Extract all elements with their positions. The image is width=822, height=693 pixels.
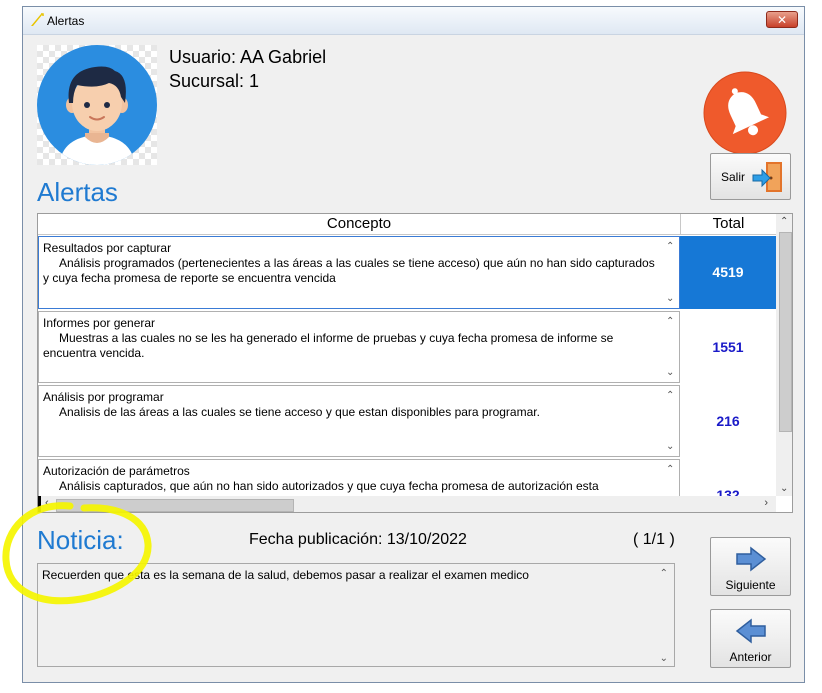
bell-button[interactable]: [703, 71, 787, 155]
alert-row-title: Informes por generar: [43, 316, 156, 330]
scroll-up-icon[interactable]: ⌃: [666, 314, 674, 329]
alert-total-informes[interactable]: 1551: [680, 311, 776, 383]
alert-total-analisis[interactable]: 216: [680, 385, 776, 457]
row-scrollbar[interactable]: ⌃ ⌄: [663, 312, 679, 382]
alertas-heading: Alertas: [37, 177, 118, 207]
title-bar: Alertas ✕: [23, 7, 804, 35]
alert-row-resultados[interactable]: Resultados por capturar Análisis program…: [38, 236, 680, 309]
sucursal-label: Sucursal: 1: [169, 71, 260, 91]
grid-vertical-scrollbar[interactable]: ⌃ ⌄: [776, 214, 792, 496]
window-title: Alertas: [47, 14, 85, 28]
arrow-right-icon: [736, 546, 767, 572]
scroll-right-icon[interactable]: ›: [764, 497, 768, 509]
alert-row-title: Autorización de parámetros: [43, 464, 190, 478]
user-avatar-icon: [37, 45, 157, 165]
scroll-down-icon[interactable]: ⌄: [666, 365, 674, 380]
scroll-up-icon[interactable]: ⌃: [666, 388, 674, 403]
scroll-up-icon[interactable]: ⌃: [666, 462, 674, 477]
salir-button[interactable]: Salir: [710, 153, 791, 200]
scroll-up-icon[interactable]: ⌃: [780, 216, 788, 227]
scroll-up-icon[interactable]: ⌃: [660, 568, 668, 579]
siguiente-button[interactable]: Siguiente: [710, 537, 791, 596]
column-header-concepto[interactable]: Concepto: [38, 214, 681, 235]
news-pagination: ( 1/1 ): [633, 531, 675, 548]
avatar: [37, 45, 157, 165]
scroll-down-icon[interactable]: ⌄: [780, 483, 788, 494]
column-header-total[interactable]: Total: [681, 214, 776, 235]
alert-row-description: Analisis de las áreas a las cuales se ti…: [59, 405, 540, 419]
row-scrollbar[interactable]: ⌃ ⌄: [663, 386, 679, 456]
anterior-button[interactable]: Anterior: [710, 609, 791, 668]
highlight-circle-annotation: [2, 502, 152, 605]
alert-row-informes[interactable]: Informes por generar Muestras a las cual…: [38, 311, 680, 383]
usuario-label: Usuario: AA Gabriel: [169, 47, 327, 67]
scroll-down-icon[interactable]: ⌄: [660, 653, 668, 664]
app-logo-icon: [31, 13, 44, 26]
row-scrollbar[interactable]: ⌃ ⌄: [663, 237, 679, 308]
salir-label: Salir: [721, 170, 746, 184]
bell-icon: [703, 71, 787, 155]
alert-row-description: Análisis capturados, que aún no han sido…: [59, 479, 599, 493]
door-exit-icon: [752, 162, 782, 192]
alert-row-title: Resultados por capturar: [43, 241, 172, 255]
alertas-grid: Concepto Total Resultados por capturar A…: [37, 213, 793, 513]
alert-row-title: Análisis por programar: [43, 390, 164, 404]
scroll-up-icon[interactable]: ⌃: [666, 239, 674, 254]
alert-row-description: Muestras a las cuales no se les ha gener…: [43, 331, 614, 360]
arrow-left-icon: [735, 618, 766, 644]
scroll-thumb[interactable]: [779, 232, 792, 432]
close-button[interactable]: ✕: [766, 11, 798, 28]
anterior-label: Anterior: [729, 650, 772, 664]
scroll-down-icon[interactable]: ⌄: [666, 439, 674, 454]
fecha-publicacion: Fecha publicación: 13/10/2022: [249, 531, 467, 548]
siguiente-label: Siguiente: [725, 578, 776, 592]
alert-row-analisis[interactable]: Análisis por programar Analisis de las á…: [38, 385, 680, 457]
scroll-down-icon[interactable]: ⌄: [666, 291, 674, 306]
alert-total-resultados[interactable]: 4519: [680, 236, 776, 309]
alert-row-description: Análisis programados (pertenecientes a l…: [43, 256, 655, 285]
